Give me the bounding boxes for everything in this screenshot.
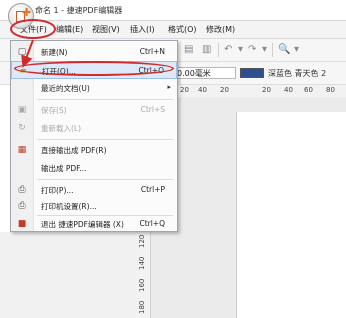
- menu-item-printer-settings[interactable]: ⎙ 打印机设置(R)...: [11, 197, 177, 215]
- submenu-arrow-icon: ▸: [167, 83, 171, 91]
- menu-separator: [37, 179, 173, 180]
- copy-icon[interactable]: ▤: [184, 44, 193, 55]
- zoom-icon[interactable]: 🔍: [278, 44, 290, 55]
- window-title: 命名 1 - 捷速PDF编辑器: [35, 6, 123, 15]
- line-color-swatch[interactable]: [240, 68, 264, 78]
- ruler-tick-label: 80: [326, 86, 335, 94]
- ruler-tick-label: 20: [180, 86, 189, 94]
- document-page[interactable]: [236, 112, 346, 318]
- menu-item-label: 输出成 PDF...: [41, 164, 87, 173]
- toolbar-separator: [218, 43, 219, 57]
- redo-icon[interactable]: ↷: [248, 44, 256, 55]
- paste-icon[interactable]: ▥: [202, 44, 211, 55]
- menu-item-exit[interactable]: ■ 退出 捷速PDF编辑器 (X) Ctrl+Q: [11, 215, 177, 233]
- menu-item-shortcut: Ctrl+S: [140, 105, 165, 114]
- menu-item-label: 新建(N): [41, 48, 68, 57]
- vertical-ruler: 120 140 160 180: [136, 232, 151, 318]
- ruler-tick-label: 60: [304, 86, 313, 94]
- line-color-label: 深蓝色 青天色 2: [268, 69, 327, 78]
- printer-settings-icon: ⎙: [18, 201, 26, 211]
- file-menu-highlight-circle: [10, 19, 56, 39]
- menu-item-label: 最近的文档(U): [41, 84, 90, 93]
- save-icon: ▣: [17, 105, 27, 115]
- ruler-tick-label: 20: [262, 86, 271, 94]
- ruler-tick-label: 40: [284, 86, 293, 94]
- line-width-field[interactable]: 0.00毫米: [172, 67, 236, 79]
- vruler-tick-label: 120: [138, 234, 146, 248]
- title-bar: 命名 1 - 捷速PDF编辑器: [0, 0, 346, 21]
- menu-item-save[interactable]: ▣ 保存(S) Ctrl+S: [11, 101, 177, 119]
- menu-item-export-pdf[interactable]: 输出成 PDF...: [11, 159, 177, 177]
- menu-item-label: 打印机设置(R)...: [41, 202, 97, 211]
- menu-edit[interactable]: 编辑(E): [56, 24, 83, 35]
- ruler-tick-label: 40: [198, 86, 207, 94]
- menu-separator: [37, 99, 173, 100]
- undo-dropdown-icon[interactable]: ▾: [238, 44, 243, 55]
- menu-item-label: 退出 捷速PDF编辑器 (X): [41, 220, 124, 229]
- export-pdf-icon: ▦: [17, 145, 27, 155]
- menu-view[interactable]: 视图(V): [92, 24, 120, 35]
- menu-item-shortcut: Ctrl+P: [140, 185, 165, 194]
- open-item-highlight-ellipse: [14, 61, 174, 76]
- menu-item-shortcut: Ctrl+Q: [139, 219, 165, 228]
- exit-icon: ■: [17, 219, 27, 229]
- menu-item-reload[interactable]: ↻ 重新载入(L): [11, 119, 177, 137]
- print-icon: ⎙: [18, 185, 26, 195]
- menu-item-label: 保存(S): [41, 106, 67, 115]
- menu-item-new[interactable]: ▢ 新建(N) Ctrl+N: [11, 43, 177, 61]
- undo-icon[interactable]: ↶: [224, 44, 232, 55]
- menu-format[interactable]: 格式(O): [168, 24, 197, 35]
- reload-icon: ↻: [18, 123, 26, 133]
- menu-item-recent[interactable]: 最近的文档(U) ▸: [11, 79, 177, 97]
- vruler-tick-label: 160: [138, 278, 146, 292]
- menu-item-label: 打印(P)...: [41, 186, 74, 195]
- menu-modify[interactable]: 修改(M): [206, 24, 235, 35]
- toolbar-separator: [272, 43, 273, 57]
- menu-item-label: 直接输出成 PDF(R): [41, 146, 107, 155]
- menu-item-shortcut: Ctrl+N: [139, 47, 165, 56]
- menu-separator: [37, 139, 173, 140]
- vruler-tick-label: 140: [138, 256, 146, 270]
- menu-item-label: 重新载入(L): [41, 124, 82, 133]
- new-doc-icon: ▢: [17, 47, 27, 57]
- redo-dropdown-icon[interactable]: ▾: [262, 44, 267, 55]
- vruler-tick-label: 180: [138, 300, 146, 314]
- menu-item-export-pdf-direct[interactable]: ▦ 直接输出成 PDF(R): [11, 141, 177, 159]
- zoom-dropdown-icon[interactable]: ▾: [294, 44, 299, 55]
- plus-icon: ✚: [22, 6, 32, 19]
- side-panel: [0, 232, 137, 318]
- menu-insert[interactable]: 插入(I): [130, 24, 155, 35]
- ruler-tick-label: 20: [220, 86, 229, 94]
